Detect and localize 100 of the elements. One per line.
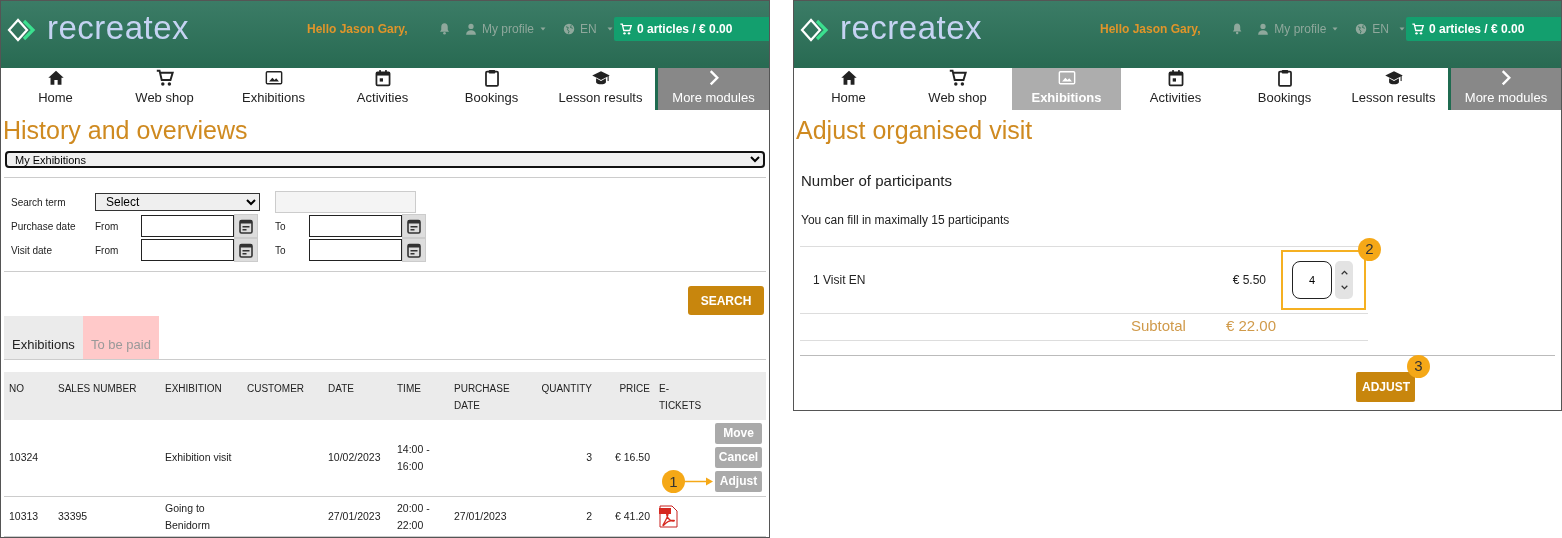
column-header: QUANTITY [524, 371, 596, 420]
table-cell: 27/01/2023 [454, 510, 507, 522]
column-header: PRICE [596, 371, 654, 420]
calendar-icon [1166, 69, 1185, 87]
globe-icon [1355, 23, 1368, 35]
step-marker: 3 [1407, 354, 1430, 378]
calendar-icon [373, 69, 392, 87]
nav-tab[interactable]: More modules [1448, 68, 1561, 110]
quantity-field[interactable]: 4 [1292, 260, 1332, 299]
graduation-cap-icon [1384, 69, 1403, 87]
greeting-text: Hello Jason Gary, [307, 21, 409, 38]
cart-icon [1412, 23, 1424, 35]
table-cell: Exhibition visit [165, 451, 232, 464]
subtotal-value: € 22.00 [1225, 316, 1276, 337]
calendar-icon [406, 242, 422, 258]
hint-text: You can fill in maximally 15 participants [800, 211, 1011, 229]
cart-button[interactable]: 0 articles / € 0.00 [1406, 17, 1561, 41]
tab[interactable]: Exhibitions [4, 316, 83, 359]
date-field[interactable] [309, 215, 402, 237]
date-field[interactable] [141, 215, 234, 237]
field-label: To [275, 219, 287, 234]
view-select[interactable]: My Exhibitions [5, 151, 765, 168]
date-picker-button[interactable] [402, 214, 426, 238]
date-field[interactable] [141, 239, 234, 261]
caret-down-icon [539, 25, 547, 33]
column-header: TIME [392, 371, 449, 420]
section-title: Number of participants [800, 171, 953, 191]
table-cell: 2 [586, 510, 592, 522]
bell-icon [1231, 22, 1244, 35]
action-button[interactable]: Adjust [715, 471, 762, 493]
home-icon [46, 69, 65, 87]
field-label: From [95, 243, 120, 258]
table-cell: 33395 [58, 510, 88, 522]
clipboard-icon [1275, 69, 1294, 87]
tab[interactable]: To be paid [82, 316, 159, 359]
table-cell: 27/01/2023 [328, 510, 381, 522]
search-button[interactable]: SEARCH [688, 286, 764, 315]
person-icon [465, 23, 477, 35]
caret-down-icon [1398, 25, 1406, 33]
profile-menu[interactable]: My profile [465, 20, 547, 38]
page-title: History and overviews [2, 115, 249, 146]
callout-arrow [683, 477, 713, 487]
table-cell: 14:00 - 16:00 [397, 442, 430, 472]
column-header: CUSTOMER [242, 371, 323, 420]
calendar-icon [238, 218, 254, 234]
bell-icon [438, 22, 451, 35]
graduation-cap-icon [591, 69, 610, 87]
column-header: E-TICKETS [654, 371, 702, 420]
cart-icon [155, 69, 174, 87]
table-cell: € 16.50 [614, 451, 650, 464]
caret-down-icon [1331, 25, 1340, 33]
language-menu[interactable]: EN [1355, 20, 1406, 38]
table-cell: 10313 [9, 510, 39, 522]
cart-icon [948, 69, 967, 87]
date-picker-button[interactable] [234, 238, 258, 262]
field-label: To [275, 243, 287, 258]
date-picker-button[interactable] [234, 214, 258, 238]
language-menu[interactable]: EN [563, 20, 614, 38]
column-header: SALES NUMBER [53, 371, 160, 420]
nav-tab[interactable]: More modules [655, 68, 769, 110]
cart-button[interactable]: 0 articles / € 0.00 [614, 17, 769, 41]
field-label: Visit date [11, 243, 53, 258]
step-marker: 1 [662, 470, 685, 494]
brand-name[interactable]: recreatex [47, 11, 190, 45]
brand-name[interactable]: recreatex [840, 11, 983, 45]
page-title: Adjust organised visit [795, 115, 1034, 146]
clipboard-icon [482, 69, 501, 87]
table-cell: 10324 [9, 451, 39, 464]
item-name: 1 Visit EN [812, 271, 867, 289]
date-field[interactable] [309, 239, 402, 261]
field-label: Purchase date [11, 219, 77, 234]
action-button[interactable]: Cancel [715, 447, 762, 469]
table-cell: 3 [586, 451, 592, 464]
pdf-icon[interactable] [659, 505, 678, 528]
calendar-icon [406, 218, 422, 234]
item-price: € 5.50 [1232, 271, 1266, 289]
profile-menu[interactable]: My profile [1257, 20, 1340, 38]
table-cell: 10/02/2023 [328, 451, 381, 464]
column-header: NO [4, 371, 53, 420]
calendar-icon [238, 242, 254, 258]
globe-icon [563, 23, 575, 35]
adjust-button[interactable]: ADJUST [1356, 371, 1415, 402]
search-term-select[interactable]: Select [95, 193, 260, 211]
home-icon [839, 69, 858, 87]
date-picker-button[interactable] [402, 238, 426, 262]
caret-down-icon [605, 25, 614, 33]
column-header: PURCHASE DATE [449, 371, 524, 420]
image-icon [1057, 69, 1076, 87]
image-icon [264, 69, 283, 87]
quantity-stepper[interactable] [1335, 260, 1353, 299]
table-cell: Going to Benidorm [165, 501, 210, 531]
step-marker: 2 [1358, 237, 1381, 261]
table-cell: 20:00 - 22:00 [397, 501, 430, 531]
search-value-field[interactable] [275, 191, 416, 213]
table-cell: € 41.20 [614, 510, 650, 522]
nav-tab[interactable]: Exhibitions [1012, 68, 1121, 110]
action-button[interactable]: Move [715, 423, 762, 445]
subtotal-label: Subtotal [1130, 316, 1186, 337]
column-header: EXHIBITION [160, 371, 242, 420]
chevron-up-icon [1339, 267, 1349, 277]
